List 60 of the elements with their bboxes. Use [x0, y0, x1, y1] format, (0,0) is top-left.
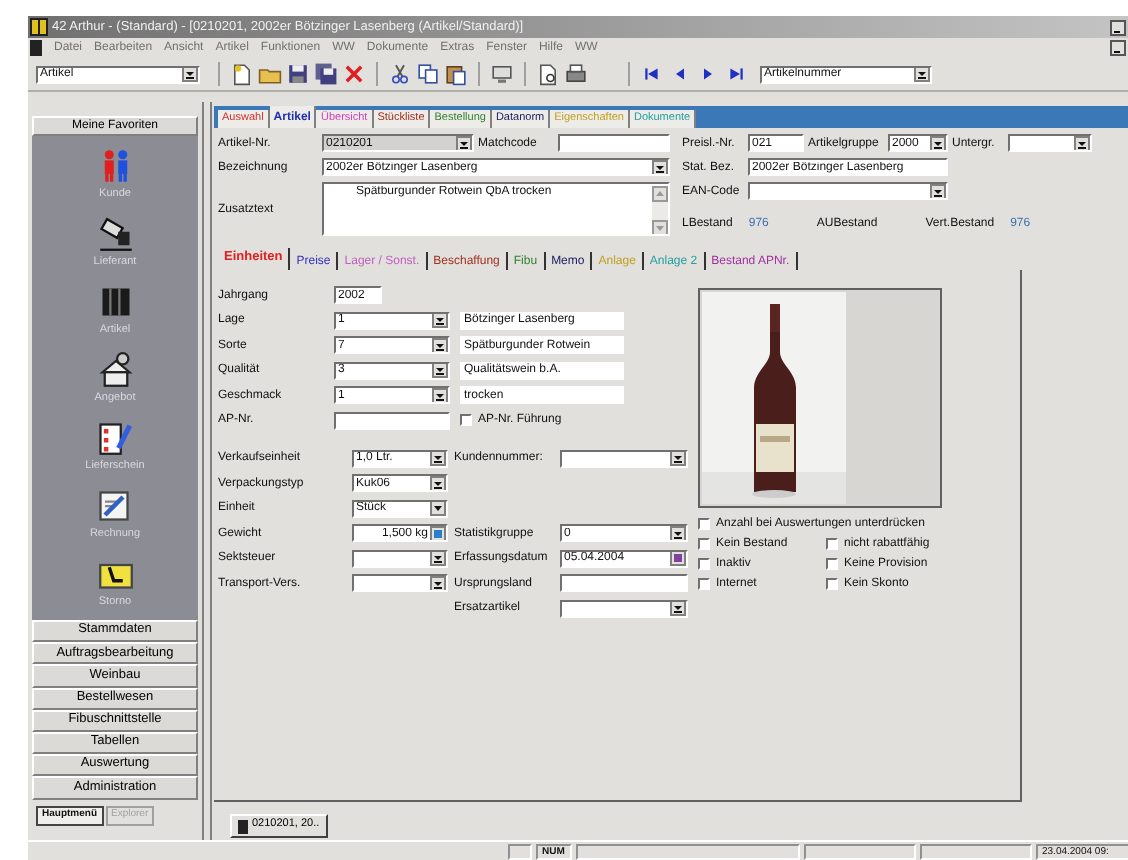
- dropdown-arrow-icon[interactable]: [670, 451, 686, 465]
- calendar-icon[interactable]: [670, 551, 686, 565]
- checkbox[interactable]: [698, 538, 710, 550]
- save-icon[interactable]: [286, 62, 310, 86]
- checkbox[interactable]: [826, 578, 838, 590]
- machine-icon: [97, 215, 133, 252]
- cut-icon[interactable]: [388, 62, 412, 86]
- checkbox[interactable]: [698, 558, 710, 570]
- monitor-icon[interactable]: [490, 62, 514, 86]
- dropdown-arrow-icon[interactable]: [930, 184, 946, 198]
- first-icon[interactable]: [640, 62, 664, 86]
- dropdown-arrow-icon[interactable]: [430, 551, 446, 565]
- dropdown-arrow-icon[interactable]: [430, 576, 446, 590]
- dropdown-arrow-icon[interactable]: [670, 526, 686, 540]
- minimize-icon[interactable]: [1110, 19, 1126, 35]
- input-field[interactable]: [334, 411, 450, 429]
- checkbox[interactable]: [698, 518, 710, 530]
- copy-icon[interactable]: [416, 62, 440, 86]
- combo-box[interactable]: [352, 574, 448, 592]
- checklist-icon: [96, 419, 133, 456]
- dropdown-arrow-icon[interactable]: [430, 476, 446, 490]
- dropdown-arrow-icon[interactable]: [430, 501, 446, 515]
- dropdown-arrow-icon[interactable]: [432, 313, 448, 327]
- checkbox[interactable]: [460, 414, 472, 426]
- bars-icon: [97, 283, 133, 320]
- dropdown-arrow-icon[interactable]: [670, 601, 686, 615]
- combo-box[interactable]: [560, 599, 688, 617]
- combo-box[interactable]: [1008, 134, 1092, 152]
- app-icon: [30, 18, 48, 36]
- paste-icon[interactable]: [444, 62, 468, 86]
- status-panel: [508, 843, 532, 859]
- dropdown-arrow-icon[interactable]: [432, 388, 448, 402]
- preview-icon[interactable]: [536, 62, 560, 86]
- combo-box[interactable]: [560, 449, 688, 467]
- checkbox[interactable]: [698, 578, 710, 590]
- combo-box[interactable]: [748, 182, 948, 200]
- checkbox[interactable]: [826, 558, 838, 570]
- print-icon[interactable]: [564, 62, 588, 86]
- scrollbar[interactable]: [652, 186, 668, 234]
- combo-box[interactable]: [352, 549, 448, 567]
- status-panel: [920, 843, 1032, 859]
- dropdown-arrow-icon[interactable]: [430, 451, 446, 465]
- dropdown-arrow-icon[interactable]: [1074, 136, 1090, 150]
- input-field[interactable]: [558, 134, 670, 152]
- delete-icon[interactable]: [342, 62, 366, 86]
- dropdown-arrow-icon[interactable]: [432, 363, 448, 377]
- minimize-icon[interactable]: [1110, 40, 1126, 56]
- new-file-icon[interactable]: [230, 62, 254, 86]
- house-icon: [97, 351, 133, 388]
- checkbox[interactable]: [826, 538, 838, 550]
- input-field[interactable]: [560, 574, 688, 592]
- dropdown-arrow-icon[interactable]: [432, 338, 448, 352]
- dropdown-arrow-icon[interactable]: [652, 160, 668, 174]
- dropdown-arrow-icon[interactable]: [182, 67, 198, 81]
- spin-icon[interactable]: [430, 526, 446, 540]
- status-panel: [804, 843, 916, 859]
- dropdown-arrow-icon[interactable]: [930, 136, 946, 150]
- save-all-icon[interactable]: [314, 62, 338, 86]
- dropdown-arrow-icon[interactable]: [914, 67, 930, 81]
- last-icon[interactable]: [724, 62, 748, 86]
